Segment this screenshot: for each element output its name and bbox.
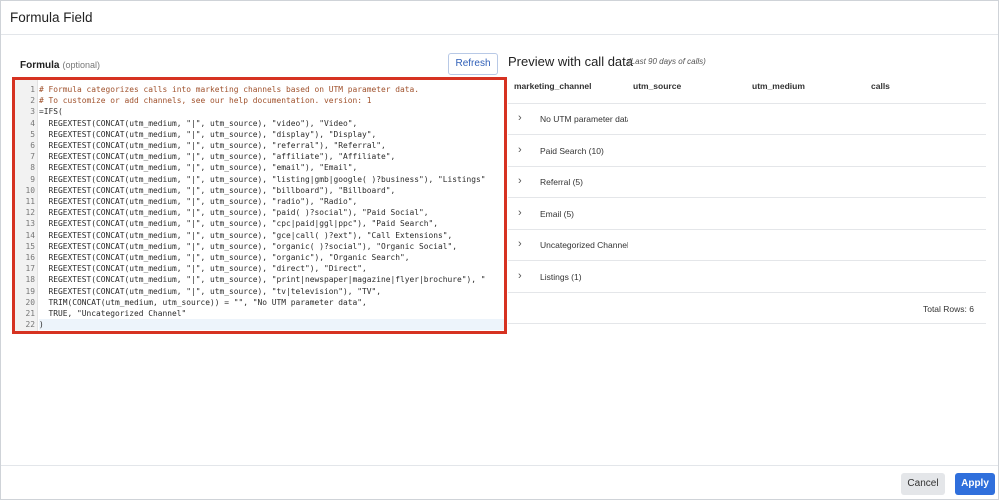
chevron-right-icon[interactable]: ›: [518, 144, 522, 156]
code-line[interactable]: REGEXTEST(CONCAT(utm_medium, "|", utm_so…: [39, 118, 358, 129]
code-line[interactable]: REGEXTEST(CONCAT(utm_medium, "|", utm_so…: [39, 185, 396, 196]
line-number: 14: [25, 230, 35, 240]
line-number: 8: [30, 163, 35, 173]
chevron-right-icon[interactable]: ›: [518, 175, 522, 187]
code-line[interactable]: TRUE, "Uncategorized Channel": [39, 308, 187, 319]
code-line[interactable]: REGEXTEST(CONCAT(utm_medium, "|", utm_so…: [39, 286, 382, 297]
preview-row[interactable]: › Listings (1): [508, 262, 986, 293]
total-rows: Total Rows: 6: [922, 304, 974, 314]
line-number: 15: [25, 241, 35, 251]
preview-row[interactable]: › Uncategorized Channel (: [508, 230, 986, 261]
code-line[interactable]: REGEXTEST(CONCAT(utm_medium, "|", utm_so…: [39, 162, 358, 173]
preview-row[interactable]: › Paid Search (10): [508, 136, 986, 167]
dialog-header: Formula Field: [1, 1, 998, 35]
line-number: 6: [30, 141, 35, 150]
preview-row[interactable]: › No UTM parameter data: [508, 104, 986, 135]
apply-button[interactable]: Apply: [955, 473, 995, 495]
dialog-footer: [1, 465, 998, 500]
code-line[interactable]: REGEXTEST(CONCAT(utm_medium, "|", utm_so…: [39, 218, 439, 229]
row-channel-label: No UTM parameter data: [540, 114, 628, 124]
column-header-utm-medium: utm_medium: [752, 81, 805, 91]
code-line[interactable]: REGEXTEST(CONCAT(utm_medium, "|", utm_so…: [39, 129, 377, 140]
line-number: 18: [25, 275, 35, 285]
cancel-button[interactable]: Cancel: [901, 473, 945, 495]
line-number: 22: [25, 320, 35, 330]
line-number: 12: [25, 208, 35, 218]
line-number: 13: [25, 219, 35, 229]
code-line[interactable]: # To customize or add channels, see our …: [39, 95, 372, 106]
line-number: 7: [30, 152, 35, 162]
formula-label: Formula (optional): [20, 60, 100, 71]
formula-label-text: Formula: [20, 60, 60, 71]
line-number: 10: [25, 185, 35, 195]
preview-row[interactable]: › Email (5): [508, 199, 986, 230]
refresh-button[interactable]: Refresh: [448, 53, 498, 75]
formula-editor[interactable]: # Formula categorizes calls into marketi…: [12, 77, 507, 334]
row-channel-label: Email (5): [540, 208, 575, 219]
chevron-right-icon[interactable]: ›: [518, 238, 522, 250]
line-number: 9: [30, 174, 35, 184]
line-number: 16: [25, 253, 35, 262]
dialog-title: Formula Field: [10, 10, 93, 25]
total-divider: [508, 323, 986, 324]
row-channel-label: Paid Search (10): [540, 145, 604, 156]
column-header-marketing-channel: marketing_channel: [514, 81, 592, 91]
preview-subtitle: (Last 90 days of calls): [628, 57, 706, 66]
code-line[interactable]: REGEXTEST(CONCAT(utm_medium, "|", utm_so…: [39, 252, 410, 263]
column-header-utm-source: utm_source: [633, 81, 682, 91]
code-line[interactable]: REGEXTEST(CONCAT(utm_medium, "|", utm_so…: [39, 274, 486, 285]
code-line[interactable]: # Formula categorizes calls into marketi…: [39, 84, 419, 95]
formula-field-dialog: Formula Field Formula (optional) Refresh …: [0, 0, 999, 500]
line-number: 20: [25, 297, 35, 307]
code-line[interactable]: TRIM(CONCAT(utm_medium, utm_source)) = "…: [39, 297, 367, 308]
code-line[interactable]: ): [39, 319, 44, 330]
row-channel-label: Uncategorized Channel (: [540, 240, 628, 250]
code-line[interactable]: =IFS(: [39, 106, 63, 117]
code-line[interactable]: REGEXTEST(CONCAT(utm_medium, "|", utm_so…: [39, 263, 367, 274]
line-number: 4: [30, 118, 35, 128]
row-channel-label: Listings (1): [540, 271, 582, 282]
optional-label: (optional): [62, 60, 100, 70]
code-line[interactable]: REGEXTEST(CONCAT(utm_medium, "|", utm_so…: [39, 196, 358, 207]
code-line[interactable]: REGEXTEST(CONCAT(utm_medium, "|", utm_so…: [39, 207, 429, 218]
chevron-right-icon[interactable]: ›: [518, 207, 522, 219]
line-number: 19: [25, 286, 35, 296]
preview-title: Preview with call data: [508, 54, 633, 69]
line-number: 2: [30, 96, 35, 106]
row-channel-label: Referral (5): [540, 177, 583, 187]
code-line[interactable]: REGEXTEST(CONCAT(utm_medium, "|", utm_so…: [39, 230, 453, 241]
chevron-right-icon[interactable]: ›: [518, 112, 522, 124]
code-area[interactable]: # Formula categorizes calls into marketi…: [39, 80, 504, 331]
line-number: 21: [25, 309, 35, 318]
code-line[interactable]: REGEXTEST(CONCAT(utm_medium, "|", utm_so…: [39, 151, 396, 162]
line-number: 11: [25, 197, 35, 206]
line-number: 17: [25, 264, 35, 274]
code-line[interactable]: REGEXTEST(CONCAT(utm_medium, "|", utm_so…: [39, 174, 486, 185]
code-line[interactable]: REGEXTEST(CONCAT(utm_medium, "|", utm_so…: [39, 140, 386, 151]
line-number: 3: [30, 107, 35, 117]
line-number: 1: [30, 85, 35, 94]
column-header-calls: calls: [871, 81, 890, 91]
line-number: 5: [30, 129, 35, 139]
preview-row[interactable]: › Referral (5): [508, 167, 986, 198]
chevron-right-icon[interactable]: ›: [518, 270, 522, 282]
code-line[interactable]: REGEXTEST(CONCAT(utm_medium, "|", utm_so…: [39, 241, 458, 252]
